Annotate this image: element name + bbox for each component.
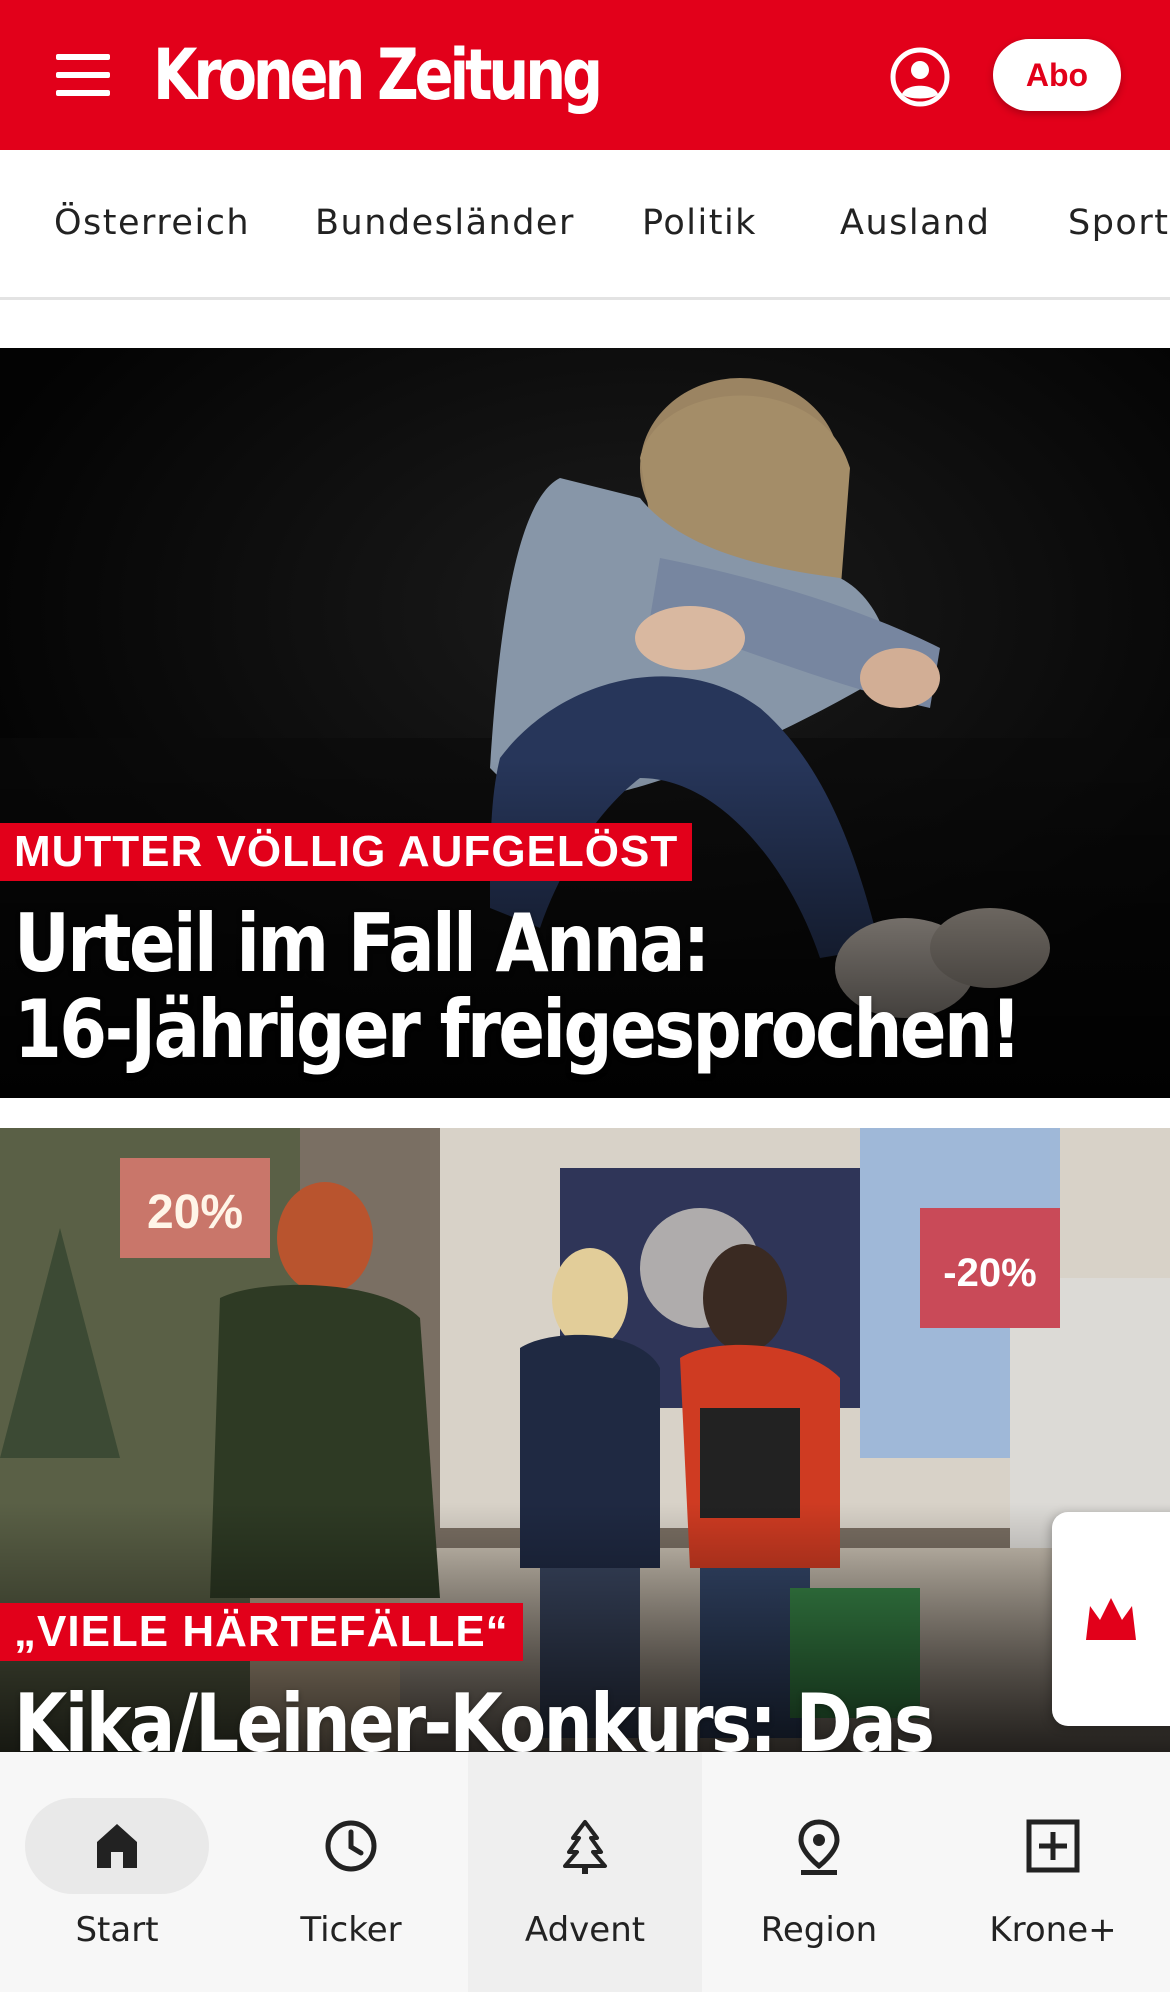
tab-oesterreich[interactable]: Österreich [54,150,250,297]
headline-line: Urteil im Fall Anna: [14,897,710,990]
plus-box-icon [1026,1819,1080,1873]
article-headline: Kika/Leiner-Konkurs: Das [14,1677,935,1753]
headline-line: 16-Jähriger freigesprochen! [14,983,1022,1076]
top-app-bar: Kronen Zeitung Abo [0,0,1170,150]
nav-label: Start [75,1910,159,1950]
article-card[interactable]: MUTTER VÖLLIG AUFGELÖST Urteil im Fall A… [0,348,1170,1098]
crown-icon [1086,1598,1136,1640]
nav-krone-plus[interactable]: Krone+ [936,1752,1170,1992]
nav-advent[interactable]: Advent [468,1752,702,1992]
location-pin-icon [798,1819,840,1875]
clock-icon [325,1820,377,1872]
logo[interactable]: Kronen Zeitung [153,30,603,120]
article-headline: Urteil im Fall Anna: 16-Jähriger freiges… [14,897,1022,1076]
tree-icon [563,1820,607,1874]
nav-label: Advent [524,1910,646,1950]
nav-ticker[interactable]: Ticker [234,1752,468,1992]
nav-region[interactable]: Region [702,1752,936,1992]
user-account-icon[interactable] [888,45,952,109]
headline-line: Kika/Leiner-Konkurs: Das [14,1677,935,1753]
nav-label: Region [760,1910,878,1950]
nav-label: Krone+ [989,1910,1117,1950]
hamburger-menu-icon[interactable] [48,47,120,103]
article-kicker: „VIELE HÄRTEFÄLLE“ [0,1603,523,1661]
tab-politik[interactable]: Politik [642,150,757,297]
category-tabs: Österreich Bundesländer Politik Ausland … [0,150,1170,300]
nav-start[interactable]: Start [0,1752,234,1992]
bottom-navigation: Start Ticker Advent Region Krone+ [0,1752,1170,1992]
article-card[interactable]: 20% -20% „VIELE HÄRTEFÄLLE“ Kika/Leiner-… [0,1128,1170,1752]
tab-sport[interactable]: Sport [1068,150,1169,297]
tab-bundeslaender[interactable]: Bundesländer [315,150,575,297]
home-icon [97,1824,137,1868]
nav-label: Ticker [300,1910,402,1950]
abo-button[interactable]: Abo [993,39,1121,111]
krone-floating-button[interactable] [1052,1512,1170,1726]
tab-ausland[interactable]: Ausland [840,150,990,297]
article-kicker: MUTTER VÖLLIG AUFGELÖST [0,823,693,881]
